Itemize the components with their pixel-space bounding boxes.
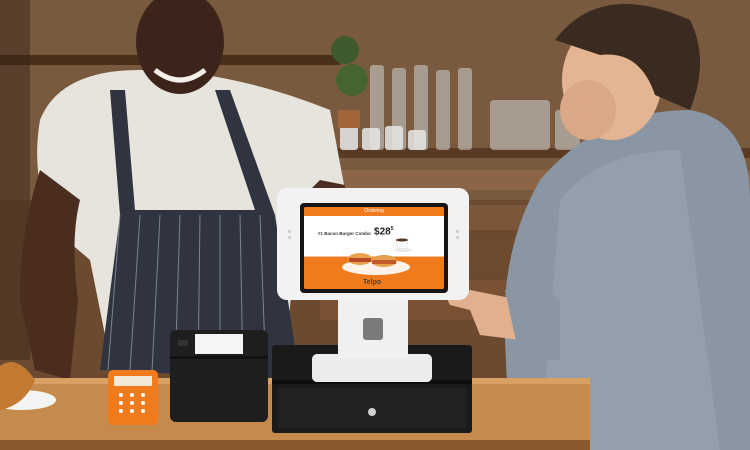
brand-logo: Telpo	[363, 279, 382, 286]
food-illustration	[342, 238, 412, 275]
terminal-screen[interactable]: Ordering #1 Bacon Burger Combo $285	[304, 207, 444, 289]
photo-scene: Ordering #1 Bacon Burger Combo $285 Telp…	[0, 0, 750, 450]
